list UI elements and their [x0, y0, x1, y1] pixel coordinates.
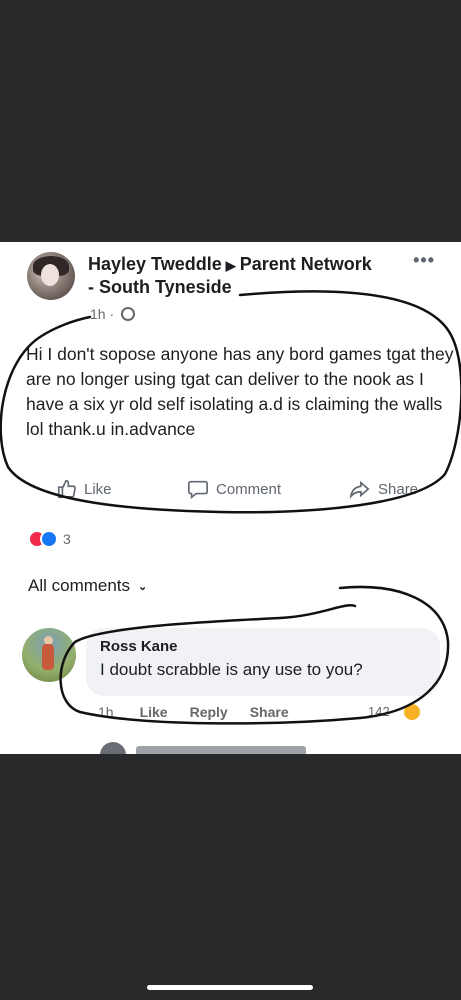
post-card: Hayley Tweddle ▶ Parent Network - South Ty… [0, 242, 461, 754]
home-indicator[interactable] [147, 985, 313, 990]
annotation-circle-post [0, 290, 461, 514]
hand-drawn-annotation [0, 290, 461, 725]
annotation-circle-comment [59, 585, 450, 725]
